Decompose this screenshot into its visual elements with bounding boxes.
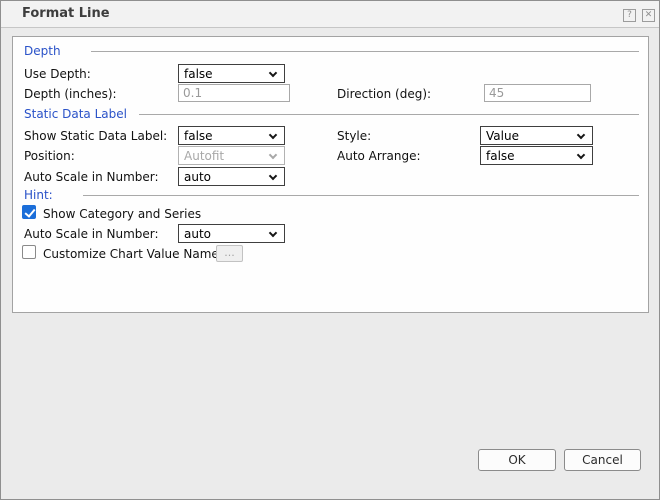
section-title-hint: Hint: xyxy=(24,188,53,202)
chevron-down-icon xyxy=(577,131,585,139)
depth-inches-label: Depth (inches): xyxy=(24,87,117,101)
use-depth-select[interactable]: false xyxy=(178,64,285,83)
ellipsis-button: ... xyxy=(216,245,243,262)
chevron-down-icon xyxy=(269,69,277,77)
customize-chart-value-names-label: Customize Chart Value Names xyxy=(43,247,225,261)
position-select: Autofit xyxy=(178,146,285,165)
section-header-depth: Depth xyxy=(24,44,639,58)
chevron-down-icon xyxy=(269,229,277,237)
section-divider xyxy=(139,114,639,115)
show-static-data-label-label: Show Static Data Label: xyxy=(24,129,167,143)
depth-inches-field xyxy=(178,84,290,102)
chevron-down-icon xyxy=(269,172,277,180)
section-divider xyxy=(83,195,639,196)
show-category-series-label: Show Category and Series xyxy=(43,207,201,221)
customize-chart-value-names-checkbox[interactable] xyxy=(22,245,36,259)
style-select[interactable]: Value xyxy=(480,126,593,145)
content-panel: Depth Use Depth: false Depth (inches): D… xyxy=(12,36,649,313)
chevron-down-icon xyxy=(269,131,277,139)
style-label: Style: xyxy=(337,129,371,143)
help-icon[interactable]: ? xyxy=(623,9,636,22)
show-category-series-checkbox[interactable] xyxy=(22,205,36,219)
position-value: Autofit xyxy=(184,149,224,163)
section-title-static-data-label: Static Data Label xyxy=(24,107,127,121)
section-header-static-data-label: Static Data Label xyxy=(24,107,639,121)
direction-field xyxy=(484,84,591,102)
auto-arrange-label: Auto Arrange: xyxy=(337,149,421,163)
chevron-down-icon xyxy=(577,151,585,159)
cancel-button[interactable]: Cancel xyxy=(564,449,641,471)
auto-scale-value: auto xyxy=(184,170,211,184)
auto-scale-label: Auto Scale in Number: xyxy=(24,170,159,184)
ok-button[interactable]: OK xyxy=(478,449,556,471)
section-title-depth: Depth xyxy=(24,44,61,58)
use-depth-value: false xyxy=(184,67,213,81)
auto-arrange-value: false xyxy=(486,149,515,163)
hint-auto-scale-label: Auto Scale in Number: xyxy=(24,227,159,241)
auto-arrange-select[interactable]: false xyxy=(480,146,593,165)
format-line-dialog: Format Line ? ✕ Depth Use Depth: false D… xyxy=(0,0,660,500)
chevron-down-icon xyxy=(269,151,277,159)
use-depth-label: Use Depth: xyxy=(24,67,91,81)
show-static-data-label-value: false xyxy=(184,129,213,143)
hint-auto-scale-value: auto xyxy=(184,227,211,241)
auto-scale-select[interactable]: auto xyxy=(178,167,285,186)
style-value: Value xyxy=(486,129,519,143)
close-icon[interactable]: ✕ xyxy=(642,9,655,22)
position-label: Position: xyxy=(24,149,75,163)
direction-label: Direction (deg): xyxy=(337,87,431,101)
title-bar: Format Line ? ✕ xyxy=(1,1,659,28)
section-divider xyxy=(91,51,639,52)
hint-auto-scale-select[interactable]: auto xyxy=(178,224,285,243)
section-header-hint: Hint: xyxy=(24,188,639,202)
show-static-data-label-select[interactable]: false xyxy=(178,126,285,145)
dialog-title: Format Line xyxy=(22,1,110,27)
